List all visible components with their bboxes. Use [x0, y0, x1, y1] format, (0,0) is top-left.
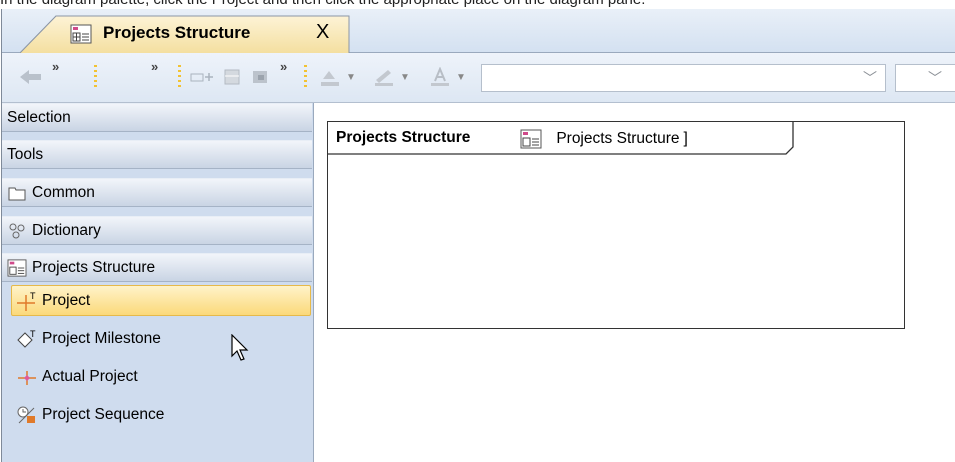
projects-structure-icon — [520, 129, 551, 149]
instruction-text: In the diagram palette, click the Projec… — [0, 0, 955, 9]
palette-item-project-sequence[interactable]: Project Sequence — [12, 399, 312, 430]
close-icon[interactable]: X — [316, 21, 329, 43]
bracket-close: ] — [683, 130, 688, 147]
actual-project-icon — [16, 366, 38, 388]
frame-title: Projects Structure — [336, 129, 471, 146]
chevron-down-icon[interactable]: ﹀ — [928, 68, 942, 88]
svg-text:T: T — [30, 329, 36, 339]
palette-section-selection[interactable]: Selection — [2, 103, 312, 132]
font-size-combo[interactable]: ﹀ — [895, 64, 955, 92]
palette-section-tools[interactable]: Tools — [2, 140, 312, 169]
overflow-chevron-icon[interactable]: » — [52, 59, 59, 74]
diagram-pane[interactable]: Projects Structure [ Projects Structure — [314, 103, 955, 462]
app-window: Projects Structure X » » » ▼ ▼ ▼ ﹀ ﹀ Sel… — [1, 9, 955, 462]
toolbar-grip[interactable] — [304, 65, 307, 89]
chevron-down-icon[interactable]: ﹀ — [863, 68, 877, 88]
table-icon[interactable] — [220, 65, 244, 89]
project-milestone-icon: T — [16, 328, 38, 350]
item-label: Project Sequence — [42, 405, 165, 423]
projects-structure-icon — [7, 258, 27, 278]
shape-icon[interactable] — [248, 65, 272, 89]
item-label: Actual Project — [42, 367, 138, 385]
frame-reference: [ Projects Structure ] — [520, 129, 688, 149]
font-family-combo[interactable]: ﹀ — [481, 64, 886, 92]
toolbar: » » » ▼ ▼ ▼ ﹀ ﹀ — [2, 53, 955, 103]
project-icon: T — [16, 290, 38, 312]
insert-element-icon[interactable] — [186, 65, 218, 89]
frame-ref-name: Projects Structure — [556, 130, 680, 147]
palette-section-dictionary[interactable]: Dictionary — [2, 216, 312, 245]
diagram-frame[interactable]: Projects Structure [ Projects Structure — [327, 121, 905, 329]
fill-color-icon[interactable]: ▼ — [312, 65, 362, 89]
overflow-chevron-icon[interactable]: » — [280, 59, 287, 74]
diagram-palette: Selection Tools Common Dictionary Projec… — [2, 103, 314, 462]
svg-text:T: T — [30, 291, 36, 301]
toolbar-grip[interactable] — [178, 65, 181, 89]
projects-structure-icon — [70, 24, 92, 44]
item-label: Project Milestone — [42, 329, 161, 347]
folder-icon — [7, 183, 27, 203]
item-label: Project — [42, 291, 91, 309]
tab-strip: Projects Structure X — [2, 9, 955, 53]
section-label: Selection — [7, 108, 71, 126]
palette-item-actual-project[interactable]: Actual Project — [12, 361, 312, 392]
toolbar-grip[interactable] — [94, 65, 97, 89]
back-arrow-icon[interactable] — [16, 65, 46, 89]
tab-title: Projects Structure — [103, 23, 251, 42]
palette-section-common[interactable]: Common — [2, 178, 312, 207]
palette-section-projects-structure[interactable]: Projects Structure — [2, 253, 312, 282]
project-sequence-icon — [16, 404, 38, 426]
mouse-cursor-icon — [231, 334, 249, 361]
section-label: Common — [32, 183, 95, 201]
overflow-chevron-icon[interactable]: » — [151, 59, 158, 74]
section-label: Dictionary — [32, 221, 101, 239]
line-color-icon[interactable]: ▼ — [366, 65, 416, 89]
section-label: Projects Structure — [32, 258, 156, 276]
section-label: Tools — [7, 145, 44, 163]
tab-projects-structure[interactable]: Projects Structure X — [20, 15, 350, 53]
palette-item-project-milestone[interactable]: T Project Milestone — [12, 323, 312, 354]
palette-item-project[interactable]: T Project — [11, 285, 311, 316]
font-color-icon[interactable]: ▼ — [422, 65, 472, 89]
dictionary-icon — [7, 221, 27, 241]
